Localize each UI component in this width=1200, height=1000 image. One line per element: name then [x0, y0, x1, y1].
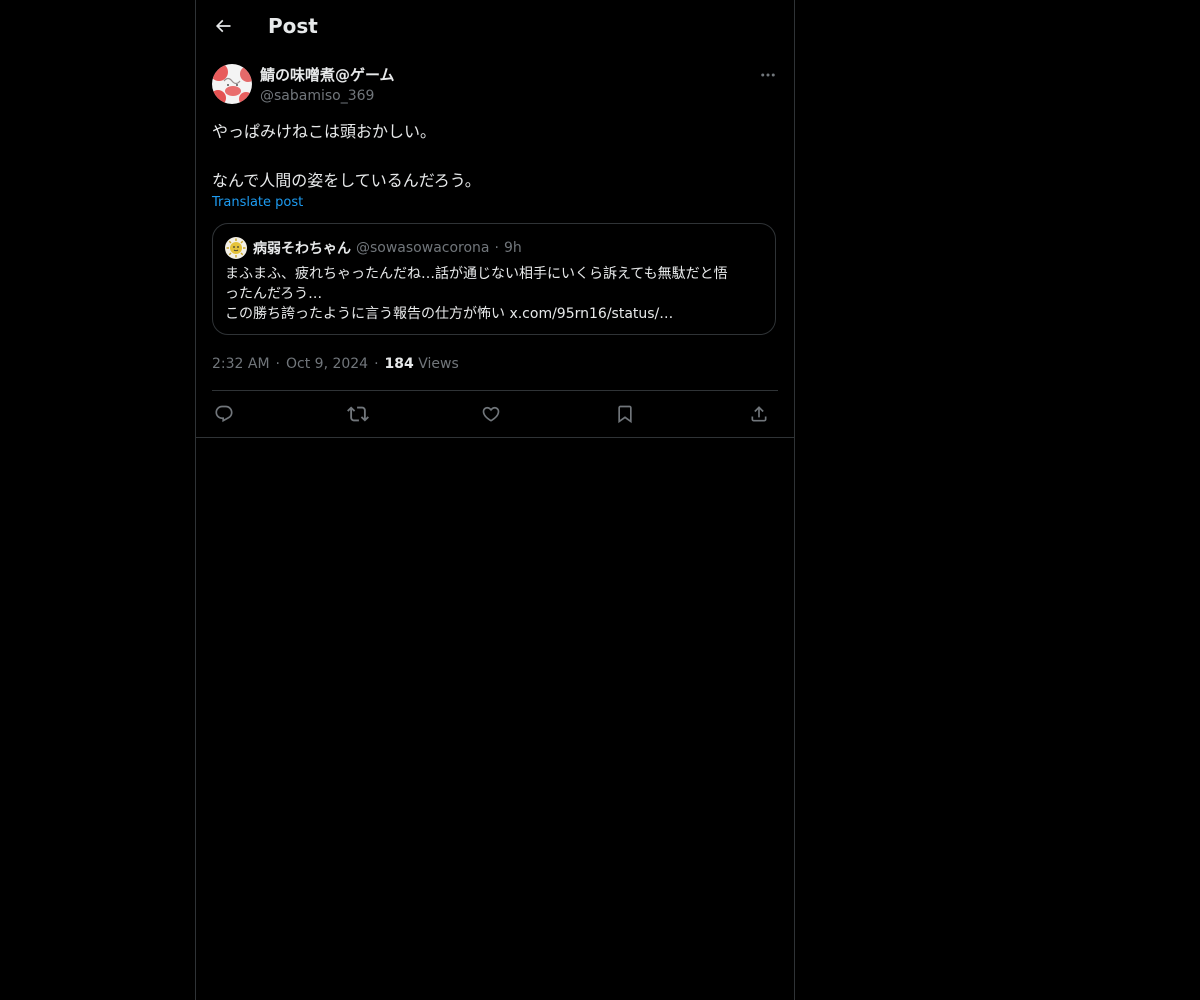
- post-text-line: なんで人間の姿をしているんだろう。: [212, 171, 481, 190]
- more-options-button[interactable]: [756, 64, 780, 86]
- quote-text: まふまふ、疲れちゃったんだね…話が通じない相手にいくら訴えても無駄だと悟 ったん…: [225, 264, 769, 324]
- reply-icon: [215, 405, 233, 423]
- repost-icon: [347, 406, 369, 422]
- like-button[interactable]: [479, 402, 503, 426]
- post-meta: 2:32 AM · Oct 9, 2024 · 184 Views: [212, 354, 459, 374]
- divider: [196, 437, 794, 438]
- meta-separator: ·: [275, 356, 280, 372]
- quote-time: 9h: [503, 240, 522, 256]
- header: Post: [196, 0, 794, 53]
- heart-icon: [482, 406, 500, 422]
- views-label: Views: [418, 356, 459, 372]
- more-horizontal-icon: [761, 73, 775, 77]
- quote-avatar-image: [225, 237, 247, 259]
- views-count: 184: [384, 356, 414, 372]
- reply-button[interactable]: [212, 402, 236, 426]
- post-time[interactable]: 2:32 AM: [212, 356, 270, 372]
- main-column: Post 鯖の味噌煮@ゲーム @sabamiso_369 やっぱみけねこは頭おか…: [195, 0, 795, 1000]
- quote-author-handle: @sowasowacorona: [356, 240, 490, 256]
- post-text-line: やっぱみけねこは頭おかしい。: [212, 122, 437, 141]
- quote-separator: ·: [494, 240, 499, 256]
- back-button[interactable]: [206, 8, 240, 44]
- quote-author-name: 病弱そわちゃん: [253, 241, 351, 257]
- arrow-left-icon: [215, 19, 231, 33]
- share-button[interactable]: [747, 402, 771, 426]
- quoted-post[interactable]: 病弱そわちゃん @sowasowacorona · 9h まふまふ、疲れちゃった…: [212, 223, 776, 335]
- quote-text-line: ったんだろう…: [225, 286, 323, 302]
- quote-text-line: この勝ち誇ったように言う報告の仕方が怖い x.com/95rn16/status…: [225, 306, 674, 322]
- post-text: やっぱみけねこは頭おかしい。 なんで人間の姿をしているんだろう。: [212, 120, 778, 193]
- author-avatar[interactable]: [212, 64, 252, 104]
- action-bar: [212, 391, 778, 437]
- quote-text-line: まふまふ、疲れちゃったんだね…話が通じない相手にいくら訴えても無駄だと悟: [225, 266, 728, 282]
- translate-post-link[interactable]: Translate post: [212, 194, 303, 212]
- bookmark-button[interactable]: [613, 402, 637, 426]
- bookmark-icon: [618, 405, 632, 424]
- author-display-name[interactable]: 鯖の味噌煮@ゲーム: [260, 65, 395, 85]
- author-handle[interactable]: @sabamiso_369: [260, 86, 374, 106]
- quote-header: 病弱そわちゃん @sowasowacorona · 9h: [253, 237, 522, 259]
- meta-separator: ·: [374, 356, 379, 372]
- page-title: Post: [268, 14, 318, 38]
- repost-button[interactable]: [346, 402, 370, 426]
- quote-author-avatar: [225, 237, 247, 259]
- post-text-blank-line: [212, 144, 778, 169]
- share-icon: [751, 406, 767, 422]
- avatar-image: [212, 64, 252, 104]
- post-date[interactable]: Oct 9, 2024: [286, 356, 368, 372]
